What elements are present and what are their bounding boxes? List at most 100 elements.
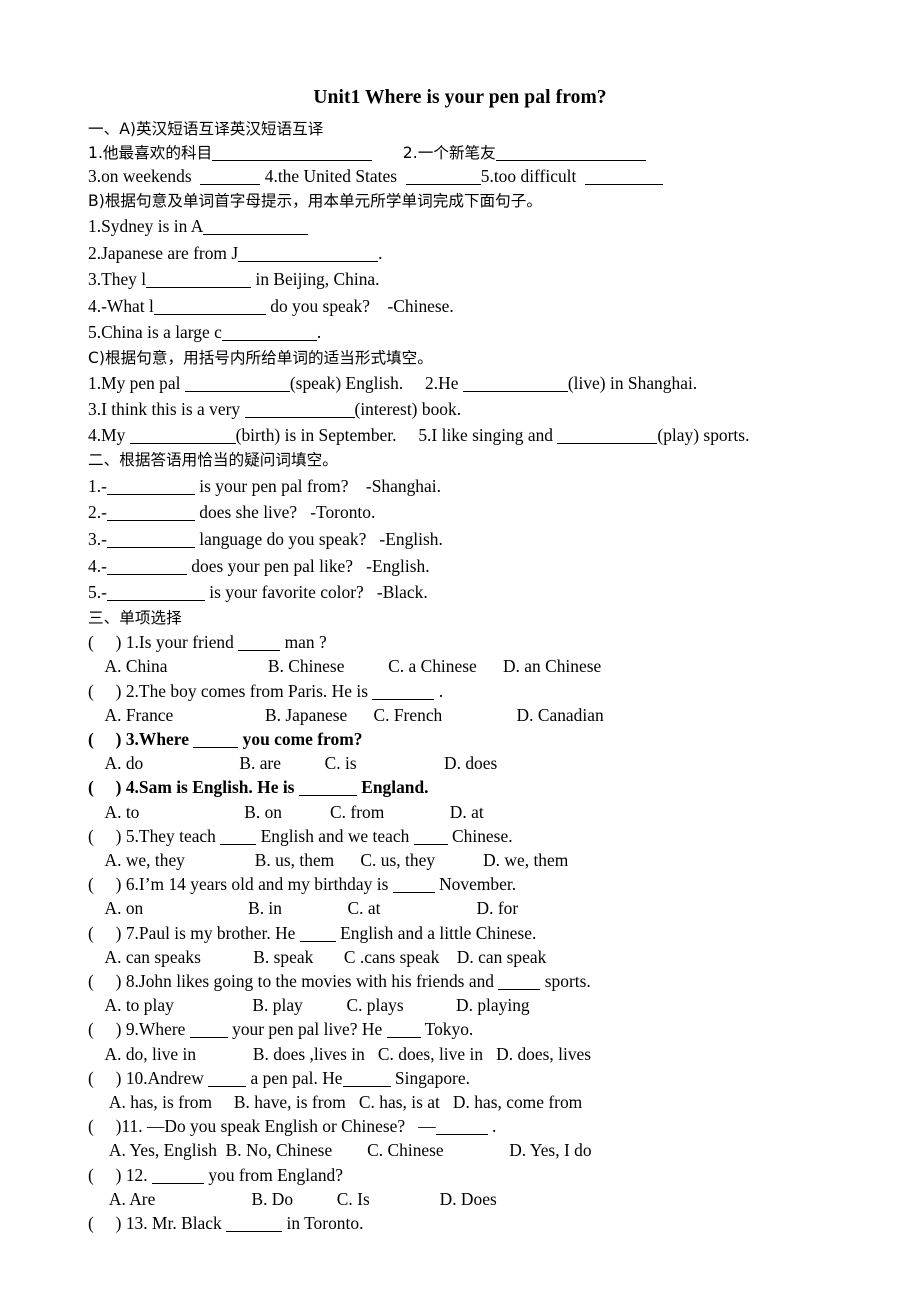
mc-question-5: ( ) 5.They teach English and we teach Ch… (88, 824, 832, 848)
part-c-question-3: 3.I think this is a very (interest) book… (88, 396, 832, 422)
mc-question-3-options[interactable]: A. do B. are C. is D. does (88, 751, 832, 775)
mc-q4-bracket[interactable]: ( ) (88, 777, 126, 797)
part-c-q1-blank[interactable] (184, 378, 290, 393)
part-c-q2-post: (live) in Shanghai. (567, 373, 698, 394)
mc-q1-stem-post: man ? (280, 632, 327, 653)
mc-question-2: ( ) 2.The boy comes from Paris. He is . (88, 679, 832, 703)
mc-q10-bracket[interactable]: ( ) (88, 1068, 126, 1088)
part-a-item-5-blank[interactable] (585, 171, 664, 186)
mc-question-8-options[interactable]: A. to play B. play C. plays D. playing (88, 993, 832, 1017)
mc-q1-bracket[interactable]: ( ) (88, 632, 126, 652)
part-a-item-3-blank[interactable] (200, 171, 261, 186)
mc-q11-stem-post: . (487, 1116, 497, 1137)
part-b-q4-blank[interactable] (153, 301, 266, 315)
mc-q12-blank[interactable] (152, 1170, 205, 1184)
mc-q6-bracket[interactable]: ( ) (88, 874, 126, 894)
section-two-item-3-text: language do you speak? -English. (194, 528, 443, 549)
mc-q9-bracket[interactable]: ( ) (88, 1019, 126, 1039)
mc-question-9-options[interactable]: A. do, live in B. does ,lives in C. does… (88, 1042, 832, 1066)
mc-q7-bracket[interactable]: ( ) (88, 923, 126, 943)
part-b-question-2: 2.Japanese are from J. (88, 240, 832, 267)
mc-q8-blank[interactable] (498, 976, 541, 990)
mc-q10-blank-2[interactable] (342, 1073, 391, 1087)
mc-q11-blank[interactable] (435, 1121, 488, 1136)
mc-question-10-options[interactable]: A. has, is from B. have, is from C. has,… (88, 1090, 832, 1114)
mc-q13-stem-post: in Toronto. (282, 1212, 364, 1233)
mc-q4-stem-post: England. (356, 777, 429, 798)
part-a-item-4-blank[interactable] (405, 171, 481, 186)
mc-q2-blank[interactable] (372, 686, 435, 700)
part-a-item-2-label: 2.一个新笔友 (402, 143, 496, 162)
mc-question-4-options[interactable]: A. to B. on C. from D. at (88, 800, 832, 824)
section-two-item-3-blank[interactable] (106, 534, 195, 548)
section-two-item-5-blank[interactable] (106, 587, 205, 602)
mc-q3-stem-post: you come from? (238, 728, 363, 749)
part-a-item-1-blank[interactable] (212, 147, 373, 161)
mc-q10-stem-post: Singapore. (390, 1067, 470, 1088)
mc-q3-blank[interactable] (193, 734, 239, 748)
section-two-heading-text: 二、根据答语用恰当的疑问词填空。 (88, 451, 338, 470)
mc-question-12-options[interactable]: A. Are B. Do C. Is D. Does (88, 1187, 832, 1211)
mc-question-7-options[interactable]: A. can speaks B. speak C .cans speak D. … (88, 945, 832, 969)
mc-q9-blank-1[interactable] (189, 1024, 228, 1039)
part-c-q3-post: (interest) book. (354, 399, 462, 420)
part-b-q3-blank[interactable] (146, 274, 252, 289)
part-b-question-5: 5.China is a large c. (88, 319, 832, 346)
section-two-item-5: 5.- is your favorite color? -Black. (88, 579, 832, 606)
part-a-row-1: 1.他最喜欢的科目 2.一个新笔友 (88, 141, 832, 165)
mc-q12-stem-pre: 12. (125, 1164, 153, 1185)
section-two-item-4-blank[interactable] (106, 561, 187, 575)
part-c-q5-pre: 5.I like singing and (418, 425, 558, 446)
mc-question-11-options[interactable]: A. Yes, English B. No, Chinese C. Chines… (88, 1138, 832, 1162)
mc-q8-stem-pre: 8.John likes going to the movies with hi… (125, 970, 499, 991)
mc-q5-blank-2[interactable] (413, 831, 448, 845)
part-b-q3-pre: 3.They l (88, 269, 147, 290)
mc-q13-blank[interactable] (226, 1218, 283, 1232)
section-two-item-3-num: 3.- (88, 528, 107, 549)
mc-q8-bracket[interactable]: ( ) (88, 971, 126, 991)
section-two-item-3: 3.- language do you speak? -English. (88, 526, 832, 553)
section-two-item-2-blank[interactable] (106, 507, 195, 522)
mc-question-2-options[interactable]: A. France B. Japanese C. French D. Canad… (88, 703, 832, 727)
mc-q3-stem-pre: 3.Where (125, 728, 194, 749)
mc-q11-bracket[interactable]: ( ) (88, 1116, 121, 1136)
part-c-q5-blank[interactable] (557, 430, 658, 445)
mc-question-5-options[interactable]: A. we, they B. us, them C. us, they D. w… (88, 848, 832, 872)
mc-q13-bracket[interactable]: ( ) (88, 1213, 126, 1233)
section-two-item-2-text: does she live? -Toronto. (194, 502, 376, 523)
mc-question-8: ( ) 8.John likes going to the movies wit… (88, 969, 832, 993)
mc-q2-bracket[interactable]: ( ) (88, 681, 126, 701)
part-c-heading-text: C)根据句意，用括号内所给单词的适当形式填空。 (88, 348, 433, 367)
mc-q9-blank-2[interactable] (386, 1024, 421, 1039)
part-c-q3-blank[interactable] (244, 404, 355, 419)
part-b-q5-blank[interactable] (221, 327, 317, 342)
mc-question-6: ( ) 6.I’m 14 years old and my birthday i… (88, 872, 832, 896)
mc-q5-blank-1[interactable] (220, 831, 257, 845)
part-b-q2-pre: 2.Japanese are from J (88, 242, 239, 263)
mc-q10-blank-1[interactable] (208, 1073, 247, 1087)
part-c-q1-post: (speak) English. (289, 373, 404, 394)
part-b-question-4: 4.-What l do you speak? -Chinese. (88, 293, 832, 320)
part-b-q1-blank[interactable] (203, 221, 309, 236)
part-b-q2-blank[interactable] (238, 248, 379, 262)
mc-q12-bracket[interactable]: ( ) (88, 1165, 126, 1185)
part-c-q2-blank[interactable] (462, 378, 568, 393)
part-c-q2-pre: 2.He (425, 373, 463, 394)
mc-q6-blank[interactable] (392, 879, 435, 894)
section-two-item-4: 4.- does your pen pal like? -English. (88, 553, 832, 580)
section-two-item-5-text: is your favorite color? -Black. (204, 582, 428, 603)
mc-q7-blank[interactable] (299, 928, 336, 942)
section-two-item-1-blank[interactable] (106, 481, 195, 495)
mc-question-6-options[interactable]: A. on B. in C. at D. for (88, 896, 832, 920)
mc-q1-blank[interactable] (238, 637, 281, 652)
part-a-item-2-blank[interactable] (495, 147, 646, 161)
mc-q9-stem-mid: your pen pal live? He (227, 1019, 387, 1040)
part-c-q3-pre: 3.I think this is a very (88, 399, 245, 420)
mc-q4-blank[interactable] (298, 782, 357, 797)
part-c-q4-blank[interactable] (129, 430, 236, 445)
mc-question-3: ( ) 3.Where you come from? (88, 727, 832, 751)
mc-q5-bracket[interactable]: ( ) (88, 826, 126, 846)
mc-question-1-options[interactable]: A. China B. Chinese C. a Chinese D. an C… (88, 654, 832, 678)
mc-q11-stem-pre: 11. —Do you speak English or Chinese? — (121, 1116, 436, 1137)
mc-q3-bracket[interactable]: ( ) (88, 729, 126, 749)
